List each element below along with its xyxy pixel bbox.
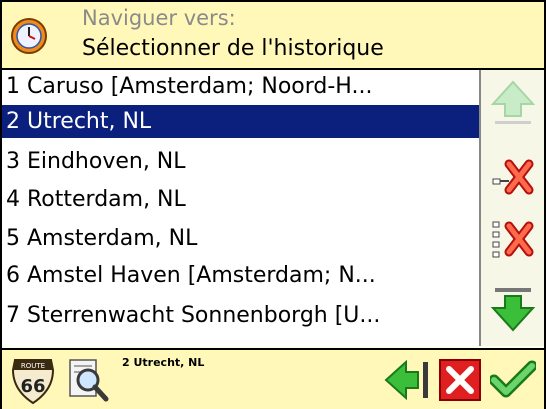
history-item-1[interactable]: 1 Caruso [Amsterdam; Noord-H... xyxy=(2,70,479,103)
arrow-down-icon[interactable] xyxy=(487,284,539,334)
delete-all-icon[interactable] xyxy=(487,216,539,266)
history-item-6[interactable]: 6 Amstel Haven [Amsterdam; N... xyxy=(2,259,479,292)
delete-item-icon[interactable] xyxy=(487,152,539,202)
magnifier-icon[interactable] xyxy=(66,356,112,404)
checkmark-icon[interactable] xyxy=(490,360,536,400)
history-item-2-selected[interactable]: 2 Utrecht, NL xyxy=(2,105,479,138)
route-badge-number: 66 xyxy=(20,376,45,397)
close-icon[interactable] xyxy=(438,358,482,402)
back-arrow-icon[interactable] xyxy=(382,358,432,402)
footer-toolbar: ROUTE 66 2 Utrecht, NL xyxy=(2,348,544,409)
page-title: Sélectionner de l'historique xyxy=(82,36,384,61)
list-controls xyxy=(479,70,544,346)
route-66-icon[interactable]: ROUTE 66 xyxy=(8,356,58,406)
history-list: 1 Caruso [Amsterdam; Noord-H... 2 Utrech… xyxy=(2,70,479,346)
route-badge-top: ROUTE xyxy=(21,362,45,370)
header-subtitle: Naviguer vers: xyxy=(82,6,236,30)
selected-destination-label: 2 Utrecht, NL xyxy=(122,356,205,369)
history-item-3[interactable]: 3 Eindhoven, NL xyxy=(2,145,479,178)
clock-icon xyxy=(11,18,47,54)
history-item-5[interactable]: 5 Amsterdam, NL xyxy=(2,222,479,255)
arrow-up-icon[interactable] xyxy=(487,78,539,128)
history-item-7[interactable]: 7 Sterrenwacht Sonnenborgh [U... xyxy=(2,299,479,332)
history-item-4[interactable]: 4 Rotterdam, NL xyxy=(2,183,479,216)
app-window: Naviguer vers: Sélectionner de l'histori… xyxy=(0,0,546,409)
header: Naviguer vers: Sélectionner de l'histori… xyxy=(2,2,544,70)
